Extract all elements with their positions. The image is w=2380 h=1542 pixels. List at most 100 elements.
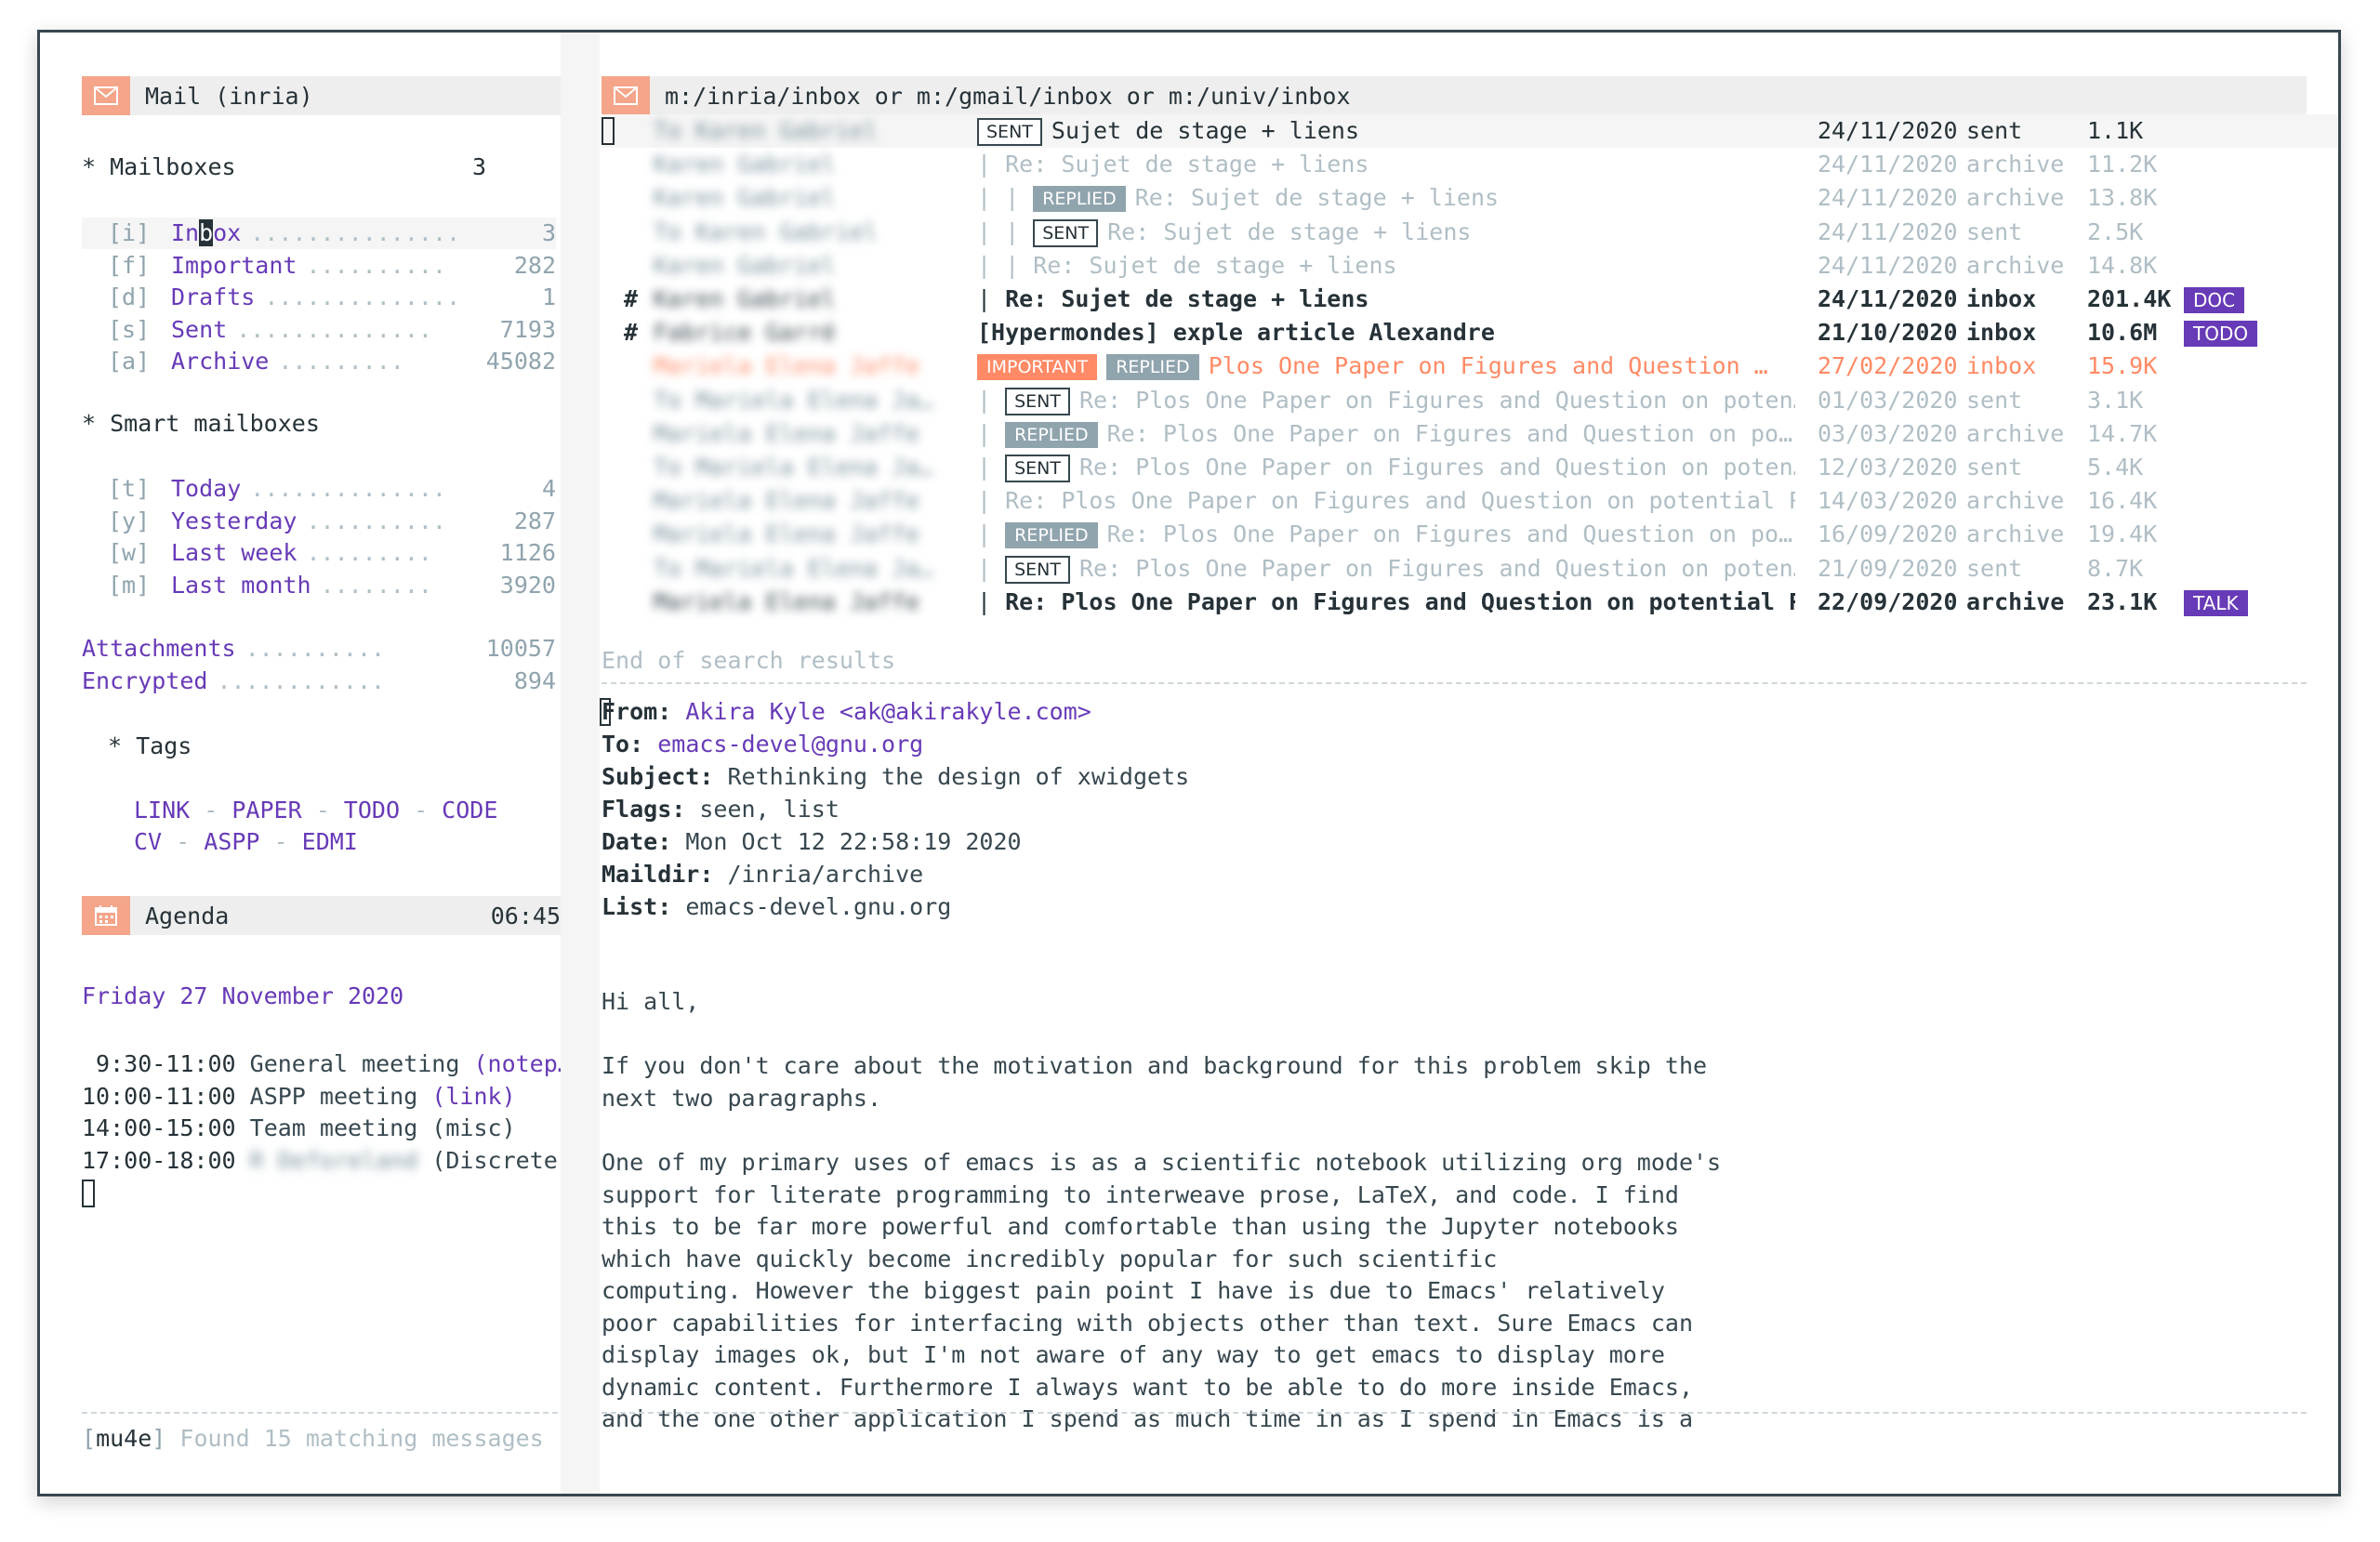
message-row[interactable]: Karen Gabriel | | REPLIED Re: Sujet de sta… <box>602 181 2338 215</box>
mailbox-name[interactable]: Last month <box>171 570 311 601</box>
mailbox-name[interactable]: Drafts <box>171 282 255 313</box>
body-paragraph-1: Hi all, <box>602 988 700 1015</box>
message-mark: # <box>624 319 639 347</box>
flag-badge-sent: SENT <box>1005 555 1070 584</box>
mailbox-key: [y] <box>108 507 151 534</box>
flag-badge-sent: SENT <box>1005 455 1070 482</box>
mailbox-name[interactable]: Last week <box>171 537 297 569</box>
mailbox-name[interactable]: Important <box>171 250 297 282</box>
mailbox-name[interactable]: Inbox <box>171 217 241 249</box>
message-tag[interactable]: DOC <box>2184 287 2245 313</box>
smart-mailbox-item[interactable]: [y] Yesterday.......... 287 <box>82 506 556 537</box>
mailbox-count: 3920 <box>499 571 556 599</box>
to-address[interactable]: emacs-devel@gnu.org <box>657 731 923 758</box>
message-sender: To Karen Gabriel <box>654 217 878 245</box>
message-sender: To Karen Gabriel <box>654 117 878 144</box>
message-maildir: sent <box>1966 217 2023 245</box>
message-row[interactable]: # Fabrice Garré [Hypermondes] exple articl… <box>602 316 2338 349</box>
agenda-item[interactable]: 9:30-11:00 General meeting (notep… <box>82 1048 572 1080</box>
agenda-item[interactable]: 14:00-15:00 Team meeting (misc) <box>82 1113 516 1144</box>
header-subject: Subject: Rethinking the design of xwidge… <box>602 763 1190 790</box>
message-row[interactable]: Karen Gabriel | | Re: Sujet de stage + li… <box>602 249 2338 283</box>
tag-link[interactable]: CODE <box>442 797 497 824</box>
flag-badge-sent: SENT <box>1005 387 1070 415</box>
mailbox-name[interactable]: Yesterday <box>171 506 297 537</box>
message-date: 01/03/2020 <box>1818 386 1958 414</box>
message-tag[interactable]: TALK <box>2184 589 2248 616</box>
mailbox-key: [a] <box>108 348 151 375</box>
tag-link[interactable]: PAPER <box>231 797 301 824</box>
mailbox-item[interactable]: [d] Drafts.............. 1 <box>82 282 556 313</box>
message-row[interactable]: Mariela Elena Jaffe IMPORTANT REPLIED Plos … <box>602 349 2338 383</box>
tag-link[interactable]: EDMI <box>302 828 358 855</box>
message-subject: Re: Sujet de stage + liens <box>1005 285 1369 312</box>
mailbox-name[interactable]: Archive <box>171 346 269 377</box>
agenda-title: Team meeting (misc) <box>249 1114 516 1141</box>
message-row[interactable]: To Mariela Elena Ja… | SENT Re: Plos One P… <box>602 552 2338 586</box>
message-subject-cell: | Re: Plos One Paper on Figures and Ques… <box>977 586 1795 619</box>
mailbox-name[interactable]: Encrypted <box>82 666 207 697</box>
leader-dots: ......... <box>306 539 432 566</box>
tag-link[interactable]: LINK <box>134 797 190 824</box>
message-row[interactable]: To Mariela Elena Ja… | SENT Re: Plos One P… <box>602 384 2338 417</box>
tag-link[interactable]: CV <box>134 828 162 855</box>
mailbox-count: 282 <box>513 251 556 279</box>
mailbox-item[interactable]: [f] Important.......... 282 <box>82 250 556 282</box>
mailbox-item[interactable]: [s] Sent.............. 7193 <box>82 314 556 346</box>
tag-link[interactable]: TODO <box>344 797 400 824</box>
body-paragraph-2: If you don't care about the motivation a… <box>602 1052 1708 1112</box>
message-date: 14/03/2020 <box>1818 487 1958 515</box>
message-size: 14.8K <box>2087 251 2158 279</box>
view-bottom-divider <box>602 1412 2307 1414</box>
tag-link[interactable]: ASPP <box>204 828 259 855</box>
from-address[interactable]: Akira Kyle <ak@akirakyle.com> <box>685 698 1091 725</box>
message-date: 22/09/2020 <box>1818 587 1958 615</box>
thread-tree: | <box>977 285 1006 312</box>
message-size: 14.7K <box>2087 419 2158 447</box>
agenda-item[interactable]: 17:00-18:00 R Deforeland (Discrete … <box>82 1145 586 1177</box>
message-row[interactable]: Mariela Elena Jaffe | Re: Plos One Paper … <box>602 484 2338 518</box>
agenda-title: ASPP meeting <box>249 1082 432 1110</box>
message-row[interactable]: Mariela Elena Jaffe | REPLIED Re: Plos One… <box>602 518 2338 551</box>
message-row[interactable]: # Karen Gabriel | Re: Sujet de stage + lie… <box>602 283 2338 316</box>
message-size: 5.4K <box>2087 454 2144 481</box>
message-tag[interactable]: TODO <box>2184 321 2258 348</box>
message-subject: [Hypermondes] exple article Alexandre <box>977 319 1495 347</box>
message-mark: # <box>624 285 639 312</box>
agenda-item[interactable]: 10:00-11:00 ASPP meeting (link) <box>82 1081 516 1113</box>
message-row[interactable]: Mariela Elena Jaffe | REPLIED Re: Plos One… <box>602 417 2338 451</box>
message-maildir: inbox <box>1966 352 2037 380</box>
smart-mailbox-item[interactable]: [w] Last week......... 1126 <box>82 537 556 569</box>
mailbox-item[interactable]: [i] Inbox............... 3 <box>82 217 556 249</box>
smart-mailbox-item[interactable]: [m] Last month........ 3920 <box>82 570 556 601</box>
message-date: 21/10/2020 <box>1818 319 1958 347</box>
extra-mailbox-item[interactable]: Attachments.......... 10057 <box>82 633 556 665</box>
message-row[interactable]: To Mariela Elena Ja… | SENT Re: Plos One P… <box>602 451 2338 484</box>
thread-tree: | <box>977 487 1006 515</box>
mailbox-count: 287 <box>513 507 556 534</box>
message-sender: Karen Gabriel <box>654 251 836 279</box>
envelope-icon <box>82 76 130 115</box>
mailbox-name[interactable]: Today <box>171 473 241 505</box>
message-row[interactable]: To Karen Gabriel | | SENT Re: Sujet de sta… <box>602 216 2338 249</box>
header-list: List: emacs-devel.gnu.org <box>602 893 952 920</box>
message-row[interactable]: To Karen Gabriel SENT Sujet de stage + lie… <box>602 114 2338 148</box>
leader-dots: .......... <box>245 635 386 662</box>
mailbox-name[interactable]: Sent <box>171 314 227 346</box>
message-maildir: sent <box>1966 554 2023 582</box>
agenda-link[interactable]: (link) <box>431 1083 515 1110</box>
message-row[interactable]: Karen Gabriel | Re: Sujet de stage + lien… <box>602 148 2338 181</box>
message-sender: Karen Gabriel <box>654 151 836 178</box>
smart-mailbox-item[interactable]: [t] Today.............. 4 <box>82 473 556 505</box>
message-sender: Mariela Elena Jaffe <box>654 352 919 380</box>
extra-mailbox-item[interactable]: Encrypted............ 894 <box>82 666 556 697</box>
thread-tree: | <box>977 386 1006 414</box>
agenda-link[interactable]: (notep… <box>473 1050 571 1077</box>
message-subject: Re: Plos One Paper on Figures and Questi… <box>1079 454 1795 481</box>
message-sender: Mariela Elena Jaffe <box>654 419 919 447</box>
mailbox-name[interactable]: Attachments <box>82 633 236 665</box>
mailbox-item[interactable]: [a] Archive......... 45082 <box>82 346 556 377</box>
agenda-date[interactable]: Friday 27 November 2020 <box>82 982 403 1009</box>
agenda-time: 14:00-15:00 <box>82 1114 236 1141</box>
message-row[interactable]: Mariela Elena Jaffe | Re: Plos One Paper … <box>602 586 2338 619</box>
